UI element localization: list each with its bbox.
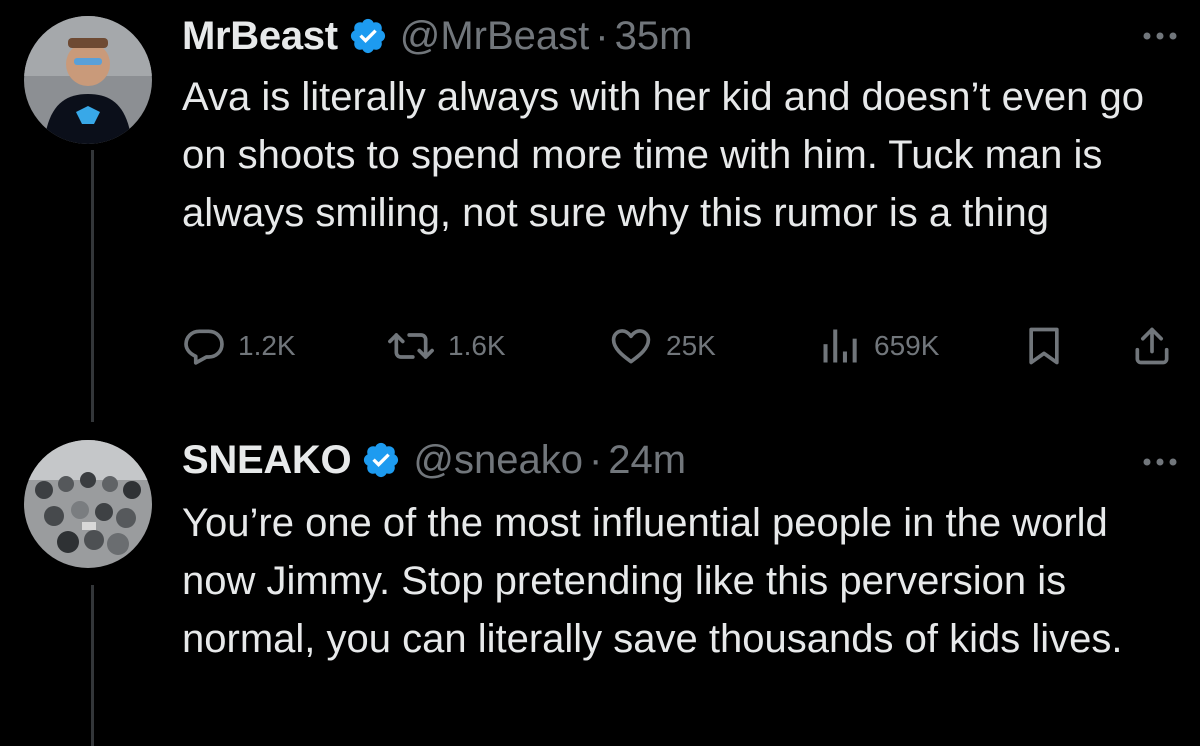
tweet-sneako[interactable]: SNEAKO @sneako · 24m You’re one of the m… xyxy=(0,420,1200,746)
handle[interactable]: @MrBeast xyxy=(400,12,590,60)
separator-dot: · xyxy=(588,438,603,482)
reply-button[interactable]: 1.2K xyxy=(182,322,296,370)
bookmark-button[interactable] xyxy=(1022,322,1066,370)
reply-count: 1.2K xyxy=(238,330,296,361)
avatar-image xyxy=(24,440,152,568)
avatar-image xyxy=(24,16,152,144)
more-icon[interactable] xyxy=(1140,452,1180,472)
views-button[interactable]: 659K xyxy=(818,322,939,370)
like-icon xyxy=(611,329,651,364)
tweet-text: Ava is literally always with her kid and… xyxy=(182,75,1144,235)
bookmark-icon xyxy=(1029,327,1059,365)
separator-dot: · xyxy=(595,14,609,58)
more-icon[interactable] xyxy=(1140,26,1180,46)
share-button[interactable] xyxy=(1130,322,1174,370)
share-icon xyxy=(1135,327,1169,365)
action-bar: 1.2K 1.6K 25K 659K xyxy=(182,322,1182,370)
tweet-header: MrBeast @MrBeast · 35m xyxy=(182,12,692,60)
timestamp[interactable]: 24m xyxy=(608,436,686,484)
handle[interactable]: @sneako xyxy=(413,436,583,484)
tweet-mrbeast[interactable]: MrBeast @MrBeast · 35m Ava is literally … xyxy=(0,0,1200,420)
repost-count: 1.6K xyxy=(448,330,506,361)
repost-button[interactable]: 1.6K xyxy=(386,322,506,370)
tweet-text: You’re one of the most influential peopl… xyxy=(182,501,1123,661)
like-count: 25K xyxy=(666,330,716,361)
avatar[interactable] xyxy=(24,440,152,568)
verified-badge-icon xyxy=(364,442,399,478)
views-count: 659K xyxy=(874,330,940,361)
timestamp[interactable]: 35m xyxy=(615,12,693,60)
repost-icon xyxy=(388,333,434,359)
avatar[interactable] xyxy=(24,16,152,144)
verified-badge-icon xyxy=(350,18,385,54)
tweet-header: SNEAKO @sneako · 24m xyxy=(182,436,686,484)
display-name[interactable]: MrBeast xyxy=(182,12,338,60)
like-button[interactable]: 25K xyxy=(608,322,716,370)
reply-icon xyxy=(184,329,224,365)
views-icon xyxy=(823,329,857,363)
display-name[interactable]: SNEAKO xyxy=(182,436,352,484)
